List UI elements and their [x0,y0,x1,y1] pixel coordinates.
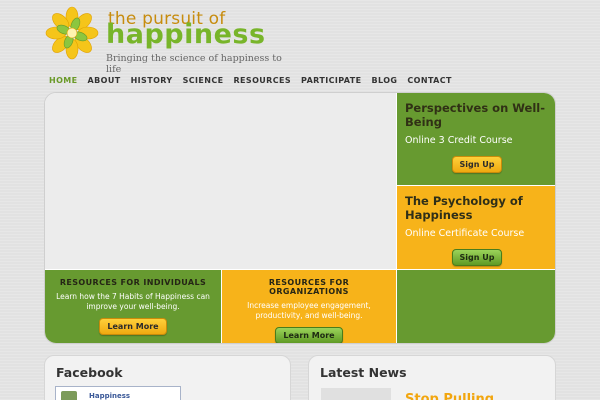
hero-slideshow[interactable] [45,93,396,269]
promo-wellbeing-title: Perspectives on Well-Being [405,101,545,129]
news-headline[interactable]: Stop Pulling [405,392,494,400]
news-title: Latest News [320,365,407,380]
resources-organizations: RESOURCES FOR ORGANIZATIONS Increase emp… [222,270,396,343]
nav-about[interactable]: ABOUT [83,72,126,89]
nav-science[interactable]: SCIENCE [178,72,229,89]
feature-block: Perspectives on Well-Being Online 3 Cred… [44,92,556,344]
resources-empty-panel [397,270,555,343]
promo-wellbeing-subtitle: Online 3 Credit Course [405,135,513,146]
resources-individuals-title: RESOURCES FOR INDIVIDUALS [59,278,207,287]
facebook-title: Facebook [56,365,123,380]
promo-psychology-subtitle: Online Certificate Course [405,228,525,239]
organizations-learn-more-button[interactable]: Learn More [275,327,343,343]
news-panel: Latest News Stop Pulling [308,355,556,400]
nav-resources[interactable]: RESOURCES [229,72,297,89]
facebook-panel: Facebook Happiness [44,355,291,400]
promo-psychology[interactable]: The Psychology of Happiness Online Certi… [397,186,555,269]
facebook-page-name[interactable]: Happiness [89,392,130,400]
resources-individuals: RESOURCES FOR INDIVIDUALS Learn how the … [45,270,221,343]
nav-contact[interactable]: CONTACT [402,72,457,89]
logo-title-line2: happiness [106,19,266,50]
nav-participate[interactable]: PARTICIPATE [296,72,366,89]
site-logo[interactable]: the pursuit of happiness Bringing the sc… [44,5,284,75]
wellbeing-signup-button[interactable]: Sign Up [451,156,503,173]
resources-individuals-text: Learn how the 7 Habits of Happiness can … [56,292,210,311]
nav-blog[interactable]: BLOG [366,72,402,89]
facebook-widget[interactable]: Happiness [55,386,181,400]
main-nav: HOME ABOUT HISTORY SCIENCE RESOURCES PAR… [44,72,457,89]
nav-history[interactable]: HISTORY [126,72,178,89]
avatar[interactable] [61,391,77,400]
news-thumbnail[interactable] [321,388,391,400]
individuals-learn-more-button[interactable]: Learn More [99,318,167,335]
nav-home[interactable]: HOME [44,72,83,89]
promo-psychology-title: The Psychology of Happiness [405,194,523,222]
resources-organizations-text: Increase employee engagement, productivi… [247,301,371,320]
psychology-signup-button[interactable]: Sign Up [451,249,503,266]
promo-wellbeing[interactable]: Perspectives on Well-Being Online 3 Cred… [397,93,555,185]
flower-logo-icon [45,6,99,60]
resources-organizations-title: RESOURCES FOR ORGANIZATIONS [268,278,350,296]
